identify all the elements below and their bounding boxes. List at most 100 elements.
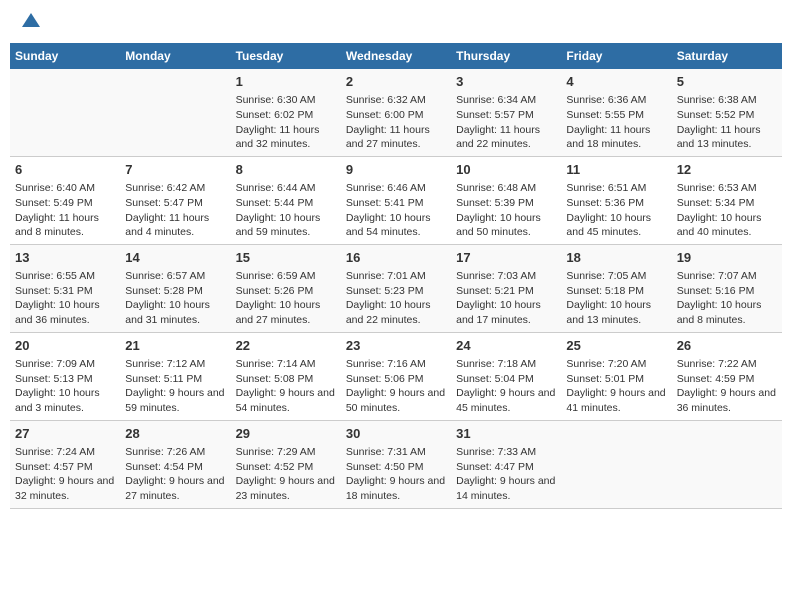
day-info: Sunrise: 6:30 AMSunset: 6:02 PMDaylight:… bbox=[236, 93, 336, 152]
day-number: 10 bbox=[456, 161, 556, 179]
day-number: 22 bbox=[236, 337, 336, 355]
day-number: 14 bbox=[125, 249, 225, 267]
calendar-cell: 26Sunrise: 7:22 AMSunset: 4:59 PMDayligh… bbox=[672, 332, 782, 420]
day-info: Sunrise: 6:48 AMSunset: 5:39 PMDaylight:… bbox=[456, 181, 556, 240]
day-number: 13 bbox=[15, 249, 115, 267]
day-number: 24 bbox=[456, 337, 556, 355]
calendar-cell: 3 Sunrise: 6:34 AMSunset: 5:57 PMDaylight… bbox=[451, 69, 561, 156]
day-info: Sunrise: 6:42 AMSunset: 5:47 PMDaylight:… bbox=[125, 181, 225, 240]
day-info: Sunrise: 7:31 AMSunset: 4:50 PMDaylight:… bbox=[346, 445, 446, 504]
week-row-1: 1Sunrise: 6:30 AMSunset: 6:02 PMDaylight… bbox=[10, 69, 782, 156]
day-number: 5 bbox=[677, 73, 777, 91]
day-info: Sunrise: 7:24 AMSunset: 4:57 PMDaylight:… bbox=[15, 445, 115, 504]
week-row-2: 6 Sunrise: 6:40 AMSunset: 5:49 PMDaylight… bbox=[10, 156, 782, 244]
day-number: 12 bbox=[677, 161, 777, 179]
calendar-cell: 12 Sunrise: 6:53 AMSunset: 5:34 PMDayligh… bbox=[672, 156, 782, 244]
day-number: 15 bbox=[236, 249, 336, 267]
logo bbox=[20, 15, 40, 28]
day-info: Sunrise: 6:51 AMSunset: 5:36 PMDaylight:… bbox=[566, 181, 666, 240]
day-info: Sunrise: 7:01 AMSunset: 5:23 PMDaylight:… bbox=[346, 269, 446, 328]
calendar-cell: 8 Sunrise: 6:44 AMSunset: 5:44 PMDaylight… bbox=[231, 156, 341, 244]
calendar-cell: 25 Sunrise: 7:20 AMSunset: 5:01 PMDayligh… bbox=[561, 332, 671, 420]
calendar-cell: 27 Sunrise: 7:24 AMSunset: 4:57 PMDayligh… bbox=[10, 420, 120, 508]
day-number: 30 bbox=[346, 425, 446, 443]
week-row-3: 13 Sunrise: 6:55 AMSunset: 5:31 PMDayligh… bbox=[10, 244, 782, 332]
calendar-cell bbox=[561, 420, 671, 508]
day-info: Sunrise: 6:44 AMSunset: 5:44 PMDaylight:… bbox=[236, 181, 336, 240]
day-info: Sunrise: 7:05 AMSunset: 5:18 PMDaylight:… bbox=[566, 269, 666, 328]
day-number: 26 bbox=[677, 337, 777, 355]
day-header-saturday: Saturday bbox=[672, 43, 782, 69]
calendar-cell: 31Sunrise: 7:33 AMSunset: 4:47 PMDayligh… bbox=[451, 420, 561, 508]
day-number: 17 bbox=[456, 249, 556, 267]
day-number: 19 bbox=[677, 249, 777, 267]
day-header-tuesday: Tuesday bbox=[231, 43, 341, 69]
day-number: 28 bbox=[125, 425, 225, 443]
day-number: 9 bbox=[346, 161, 446, 179]
day-info: Sunrise: 6:34 AMSunset: 5:57 PMDaylight:… bbox=[456, 93, 556, 152]
calendar-cell: 10 Sunrise: 6:48 AMSunset: 5:39 PMDayligh… bbox=[451, 156, 561, 244]
day-number: 2 bbox=[346, 73, 446, 91]
day-number: 4 bbox=[566, 73, 666, 91]
page-header bbox=[10, 10, 782, 33]
day-info: Sunrise: 7:03 AMSunset: 5:21 PMDaylight:… bbox=[456, 269, 556, 328]
calendar-cell: 9 Sunrise: 6:46 AMSunset: 5:41 PMDaylight… bbox=[341, 156, 451, 244]
day-info: Sunrise: 7:07 AMSunset: 5:16 PMDaylight:… bbox=[677, 269, 777, 328]
day-info: Sunrise: 6:46 AMSunset: 5:41 PMDaylight:… bbox=[346, 181, 446, 240]
calendar-cell: 17 Sunrise: 7:03 AMSunset: 5:21 PMDayligh… bbox=[451, 244, 561, 332]
day-number: 8 bbox=[236, 161, 336, 179]
calendar-cell: 15 Sunrise: 6:59 AMSunset: 5:26 PMDayligh… bbox=[231, 244, 341, 332]
calendar-cell: 20 Sunrise: 7:09 AMSunset: 5:13 PMDayligh… bbox=[10, 332, 120, 420]
calendar-cell: 14Sunrise: 6:57 AMSunset: 5:28 PMDayligh… bbox=[120, 244, 230, 332]
day-info: Sunrise: 6:53 AMSunset: 5:34 PMDaylight:… bbox=[677, 181, 777, 240]
day-number: 29 bbox=[236, 425, 336, 443]
calendar-table: SundayMondayTuesdayWednesdayThursdayFrid… bbox=[10, 43, 782, 509]
calendar-cell: 13 Sunrise: 6:55 AMSunset: 5:31 PMDayligh… bbox=[10, 244, 120, 332]
calendar-cell: 2 Sunrise: 6:32 AMSunset: 6:00 PMDaylight… bbox=[341, 69, 451, 156]
day-header-monday: Monday bbox=[120, 43, 230, 69]
days-header-row: SundayMondayTuesdayWednesdayThursdayFrid… bbox=[10, 43, 782, 69]
day-info: Sunrise: 7:26 AMSunset: 4:54 PMDaylight:… bbox=[125, 445, 225, 504]
day-info: Sunrise: 7:12 AMSunset: 5:11 PMDaylight:… bbox=[125, 357, 225, 416]
day-header-thursday: Thursday bbox=[451, 43, 561, 69]
day-info: Sunrise: 6:36 AMSunset: 5:55 PMDaylight:… bbox=[566, 93, 666, 152]
day-number: 27 bbox=[15, 425, 115, 443]
calendar-cell: 21Sunrise: 7:12 AMSunset: 5:11 PMDayligh… bbox=[120, 332, 230, 420]
calendar-cell: 30 Sunrise: 7:31 AMSunset: 4:50 PMDayligh… bbox=[341, 420, 451, 508]
day-info: Sunrise: 7:18 AMSunset: 5:04 PMDaylight:… bbox=[456, 357, 556, 416]
calendar-cell bbox=[10, 69, 120, 156]
day-info: Sunrise: 7:20 AMSunset: 5:01 PMDaylight:… bbox=[566, 357, 666, 416]
calendar-cell: 1Sunrise: 6:30 AMSunset: 6:02 PMDaylight… bbox=[231, 69, 341, 156]
day-info: Sunrise: 6:32 AMSunset: 6:00 PMDaylight:… bbox=[346, 93, 446, 152]
calendar-cell: 28 Sunrise: 7:26 AMSunset: 4:54 PMDayligh… bbox=[120, 420, 230, 508]
calendar-cell: 6 Sunrise: 6:40 AMSunset: 5:49 PMDaylight… bbox=[10, 156, 120, 244]
day-number: 25 bbox=[566, 337, 666, 355]
day-number: 16 bbox=[346, 249, 446, 267]
day-number: 23 bbox=[346, 337, 446, 355]
day-info: Sunrise: 7:09 AMSunset: 5:13 PMDaylight:… bbox=[15, 357, 115, 416]
day-header-wednesday: Wednesday bbox=[341, 43, 451, 69]
day-info: Sunrise: 7:14 AMSunset: 5:08 PMDaylight:… bbox=[236, 357, 336, 416]
day-info: Sunrise: 6:40 AMSunset: 5:49 PMDaylight:… bbox=[15, 181, 115, 240]
calendar-cell: 18 Sunrise: 7:05 AMSunset: 5:18 PMDayligh… bbox=[561, 244, 671, 332]
calendar-cell: 5 Sunrise: 6:38 AMSunset: 5:52 PMDaylight… bbox=[672, 69, 782, 156]
day-header-friday: Friday bbox=[561, 43, 671, 69]
calendar-cell: 23 Sunrise: 7:16 AMSunset: 5:06 PMDayligh… bbox=[341, 332, 451, 420]
day-info: Sunrise: 6:55 AMSunset: 5:31 PMDaylight:… bbox=[15, 269, 115, 328]
day-number: 6 bbox=[15, 161, 115, 179]
day-number: 18 bbox=[566, 249, 666, 267]
week-row-5: 27 Sunrise: 7:24 AMSunset: 4:57 PMDayligh… bbox=[10, 420, 782, 508]
day-number: 20 bbox=[15, 337, 115, 355]
week-row-4: 20 Sunrise: 7:09 AMSunset: 5:13 PMDayligh… bbox=[10, 332, 782, 420]
day-info: Sunrise: 6:38 AMSunset: 5:52 PMDaylight:… bbox=[677, 93, 777, 152]
day-number: 7 bbox=[125, 161, 225, 179]
day-info: Sunrise: 6:59 AMSunset: 5:26 PMDaylight:… bbox=[236, 269, 336, 328]
calendar-cell: 16 Sunrise: 7:01 AMSunset: 5:23 PMDayligh… bbox=[341, 244, 451, 332]
day-number: 11 bbox=[566, 161, 666, 179]
day-info: Sunrise: 7:16 AMSunset: 5:06 PMDaylight:… bbox=[346, 357, 446, 416]
calendar-cell: 22 Sunrise: 7:14 AMSunset: 5:08 PMDayligh… bbox=[231, 332, 341, 420]
calendar-cell bbox=[672, 420, 782, 508]
day-info: Sunrise: 7:29 AMSunset: 4:52 PMDaylight:… bbox=[236, 445, 336, 504]
calendar-cell: 7 Sunrise: 6:42 AMSunset: 5:47 PMDaylight… bbox=[120, 156, 230, 244]
day-number: 3 bbox=[456, 73, 556, 91]
